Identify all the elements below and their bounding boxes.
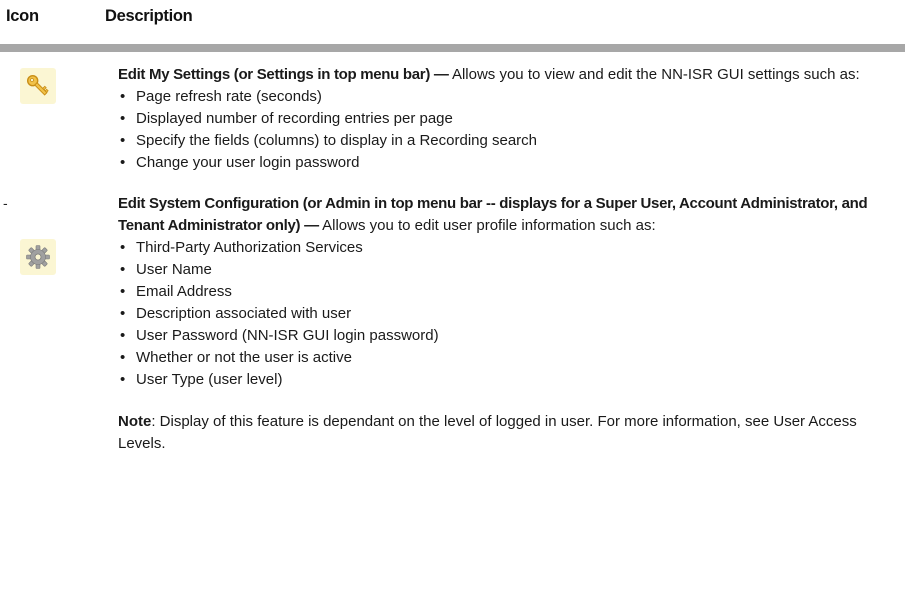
list-item: Third-Party Authorization Services [118,237,898,259]
list-item: User Password (NN-ISR GUI login password… [118,325,898,347]
list-item: Displayed number of recording entries pe… [118,108,898,130]
leading-dash: - [3,195,8,211]
row-text: Allows you to view and edit the NN-ISR G… [448,66,860,83]
table-header: Icon Description [0,0,905,40]
list-item: User Name [118,259,898,281]
bullet-list: Page refresh rate (seconds) Displayed nu… [118,86,898,174]
note-text: : Display of this feature is dependant o… [118,413,857,452]
list-item: User Type (user level) [118,369,898,391]
key-icon [20,68,56,104]
note-label: Note [118,413,152,430]
description-cell: Edit My Settings (or Settings in top men… [118,64,898,174]
bullet-list: Third-Party Authorization Services User … [118,237,898,391]
list-item: Page refresh rate (seconds) [118,86,898,108]
description-column-header: Description [105,7,193,25]
list-item: Description associated with user [118,303,898,325]
description-cell: Edit System Configuration (or Admin in t… [118,193,898,455]
list-item: Specify the fields (columns) to display … [118,130,898,152]
icon-description-table: Icon Description Edit My Settings (or Se… [0,0,905,452]
icon-column-header: Icon [6,7,39,25]
note-block: Note: Display of this feature is dependa… [118,411,898,455]
header-divider [0,44,905,52]
row-text: Allows you to edit user profile informat… [318,217,656,234]
list-item: Change your user login password [118,152,898,174]
gear-icon [20,239,56,275]
row-title: Edit My Settings (or Settings in top men… [118,66,449,83]
list-item: Whether or not the user is active [118,347,898,369]
list-item: Email Address [118,281,898,303]
